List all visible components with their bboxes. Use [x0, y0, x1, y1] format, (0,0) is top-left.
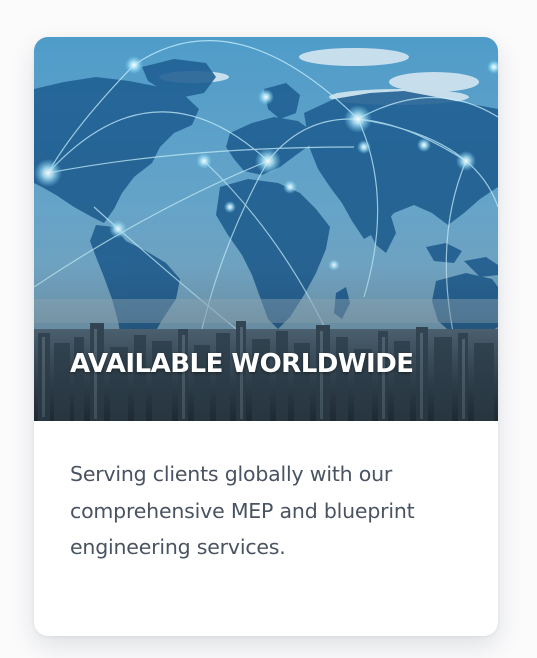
- card-hero-image: AVAILABLE WORLDWIDE: [34, 37, 498, 421]
- worldwide-card: AVAILABLE WORLDWIDE Serving clients glob…: [34, 37, 498, 636]
- card-description: Serving clients globally with our compre…: [70, 462, 415, 559]
- card-title: AVAILABLE WORLDWIDE: [70, 349, 414, 379]
